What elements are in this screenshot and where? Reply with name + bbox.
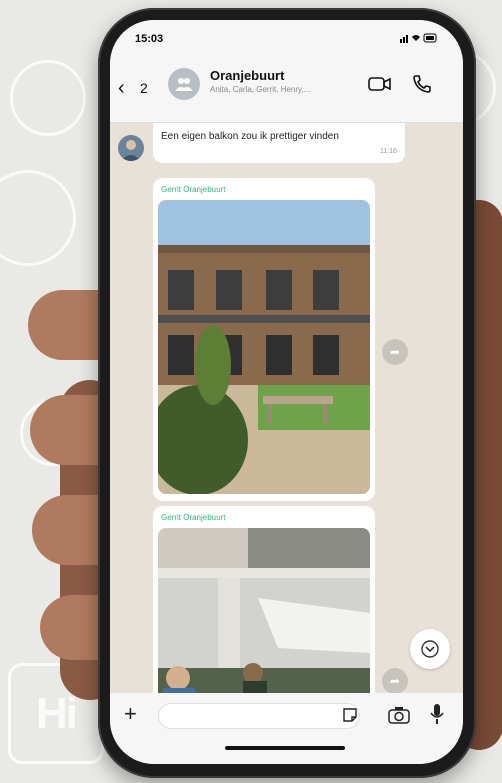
group-icon	[175, 78, 193, 91]
video-call-icon[interactable]	[368, 74, 392, 94]
home-indicator	[225, 746, 345, 750]
message-input[interactable]	[158, 703, 360, 729]
chat-area[interactable]: Een eigen balkon zou ik prettiger vinden…	[110, 123, 463, 728]
person-icon	[121, 140, 141, 161]
group-avatar[interactable]	[168, 68, 200, 100]
microphone-icon[interactable]	[430, 703, 444, 725]
sender-name: Gerrit Oranjebuurt	[161, 185, 226, 194]
chat-header: ‹ 2 Oranjebuurt Anita, Carla, Gerrit, He…	[110, 60, 463, 123]
sender-name: Gerrit Oranjebuurt	[161, 513, 226, 522]
chat-title[interactable]: Oranjebuurt	[210, 68, 284, 83]
back-icon[interactable]: ‹	[118, 78, 125, 98]
sender-avatar[interactable]	[118, 135, 144, 161]
message-time: 11:16	[380, 148, 397, 155]
image-message-bubble[interactable]: Gerrit Oranjebuurt	[153, 178, 375, 501]
camera-icon[interactable]	[388, 706, 410, 724]
message-photo[interactable]	[158, 200, 370, 494]
status-bar: 15:03	[110, 20, 463, 60]
sticker-icon[interactable]	[342, 707, 358, 723]
phone-call-icon[interactable]	[412, 74, 432, 94]
forward-icon[interactable]: ➦	[382, 668, 408, 694]
image-message-bubble[interactable]: Gerrit Oranjebuurt	[153, 506, 375, 728]
status-time: 15:03	[135, 33, 164, 45]
message-text: Een eigen balkon zou ik prettiger vinden	[161, 131, 339, 142]
message-input-bar: +	[110, 693, 463, 764]
text-message-bubble[interactable]: Een eigen balkon zou ik prettiger vinden…	[153, 123, 405, 163]
building-photo	[158, 200, 370, 494]
chat-participants[interactable]: Anita, Carla, Gerrit, Henry,...	[210, 85, 358, 94]
background-doodle	[10, 60, 86, 136]
background-doodle	[0, 170, 76, 266]
back-count[interactable]: 2	[140, 80, 148, 96]
battery-icon	[400, 33, 437, 43]
forward-icon[interactable]: ➦	[382, 339, 408, 365]
status-icons	[400, 33, 438, 46]
chevron-down-icon	[421, 640, 439, 658]
add-attachment-icon[interactable]: +	[124, 701, 137, 727]
scroll-down-button[interactable]	[410, 629, 450, 669]
phone-screen: 15:03 ‹ 2 Oranjebuurt Anita, Carla, Gerr…	[110, 20, 463, 764]
